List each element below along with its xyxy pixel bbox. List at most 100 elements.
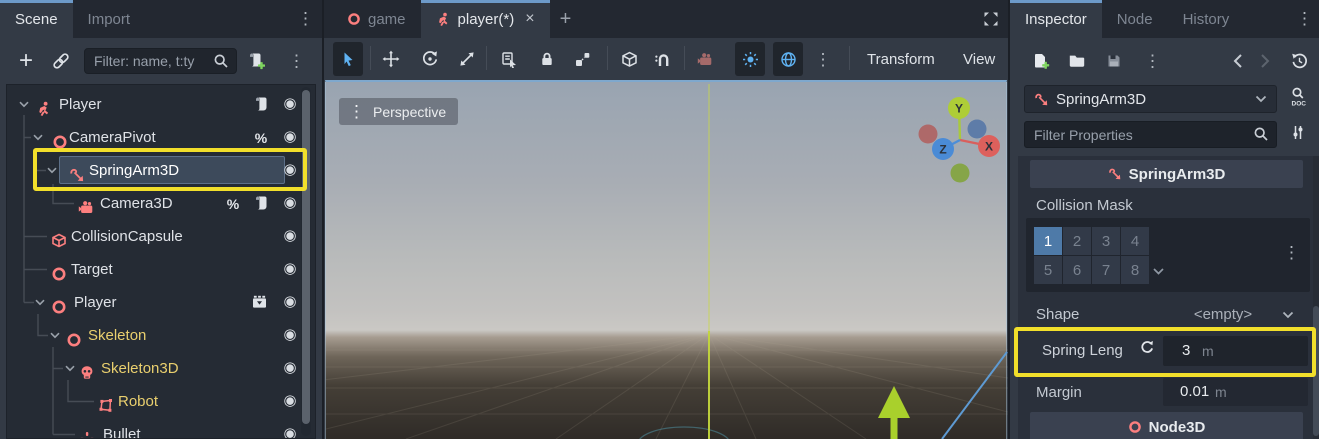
transform-menu[interactable]: Transform (867, 38, 935, 80)
add-node-button[interactable]: + (14, 47, 38, 75)
instance-scene-icon[interactable] (52, 52, 70, 70)
perspective-menu-button[interactable]: ⋮ Perspective (339, 98, 458, 125)
tab-scene[interactable]: Scene (0, 0, 73, 38)
environment-options-icon[interactable]: ⋮ (813, 42, 833, 76)
expand-chevron-icon[interactable] (19, 101, 29, 108)
view-gizmos-button[interactable] (614, 42, 644, 76)
tab-player[interactable]: player(*) × (421, 0, 550, 38)
visibility-eye-icon[interactable]: ◉ (281, 426, 299, 439)
tree-row-bullet[interactable]: Bullet ◉ (7, 418, 315, 439)
unique-name-badge[interactable]: % (224, 195, 242, 213)
tree-row-skeleton3d[interactable]: Skeleton3D ◉ (7, 352, 315, 385)
scene-tree-scrollbar[interactable] (301, 87, 311, 436)
tab-inspector[interactable]: Inspector (1010, 0, 1102, 38)
toggle-sun-button[interactable] (735, 42, 765, 76)
visibility-eye-icon[interactable]: ◉ (281, 162, 299, 180)
visibility-eye-icon[interactable]: ◉ (281, 261, 299, 279)
expand-viewport-icon[interactable] (983, 0, 999, 38)
visibility-eye-icon[interactable]: ◉ (281, 195, 299, 213)
expand-chevron-icon[interactable] (35, 299, 45, 306)
history-back-icon[interactable] (1232, 53, 1244, 69)
tab-node[interactable]: Node (1102, 0, 1168, 38)
scale-tool-button[interactable] (452, 42, 482, 76)
spring-length-field[interactable]: 3 m (1163, 336, 1308, 366)
mask-menu-icon[interactable]: ⋮ (1283, 244, 1300, 261)
tab-history[interactable]: History (1168, 0, 1245, 38)
mask-bit-6[interactable]: 6 (1063, 256, 1091, 284)
resource-menu-icon[interactable]: ⋮ (1144, 53, 1161, 70)
mask-bit-5[interactable]: 5 (1034, 256, 1062, 284)
mask-bit-8[interactable]: 8 (1121, 256, 1149, 284)
visibility-eye-icon[interactable]: ◉ (281, 360, 299, 378)
tree-row-player-instance[interactable]: Player ◉ (7, 286, 315, 319)
attach-script-button[interactable] (246, 52, 265, 70)
visibility-eye-icon[interactable]: ◉ (281, 393, 299, 411)
move-tool-button[interactable] (376, 42, 406, 76)
tree-row-skeleton[interactable]: Skeleton ◉ (7, 319, 315, 352)
tree-row-camera3d[interactable]: Camera3D % ◉ (7, 187, 315, 220)
movie-instance-icon[interactable] (250, 294, 268, 312)
toggle-environment-button[interactable] (773, 42, 803, 76)
unique-name-badge[interactable]: % (252, 129, 270, 147)
revert-value-icon[interactable] (1139, 340, 1155, 360)
visibility-eye-icon[interactable]: ◉ (281, 129, 299, 147)
tree-row-camerapivot[interactable]: CameraPivot % ◉ (7, 121, 315, 154)
object-history-icon[interactable] (1291, 53, 1308, 70)
viewport-3d[interactable]: Y X Z ⋮ Perspective (325, 80, 1007, 439)
tree-row-springarm3d[interactable]: SpringArm3D ◉ (7, 154, 315, 187)
axis-neg-x-ball[interactable] (919, 125, 938, 144)
close-tab-icon[interactable]: × (525, 10, 534, 28)
tab-import[interactable]: Import (73, 0, 146, 38)
scene-tree-menu-icon[interactable]: ⋮ (288, 53, 305, 70)
axis-neg-z-ball[interactable] (968, 120, 987, 139)
expand-chevron-icon[interactable] (50, 332, 60, 339)
snap-button[interactable] (647, 42, 677, 76)
mask-bit-7[interactable]: 7 (1092, 256, 1120, 284)
mask-expand-chevron-icon[interactable] (1153, 268, 1164, 275)
mask-bit-1[interactable]: 1 (1034, 227, 1062, 255)
category-node3d[interactable]: Node3D (1030, 412, 1303, 439)
history-forward-icon[interactable] (1259, 53, 1271, 69)
tab-game[interactable]: game (332, 0, 421, 38)
translate-gizmo-arrow[interactable] (878, 386, 910, 439)
new-resource-button[interactable] (1032, 53, 1050, 70)
lock-node-button[interactable] (532, 42, 562, 76)
select-tool-button[interactable] (333, 42, 363, 76)
expand-chevron-icon[interactable] (47, 167, 57, 174)
save-resource-button[interactable] (1106, 53, 1122, 69)
tree-row-robot[interactable]: Robot ◉ (7, 385, 315, 418)
scene-tab-menu-icon[interactable]: ⋮ (297, 10, 314, 27)
load-resource-button[interactable] (1068, 53, 1085, 69)
inspector-scrollbar[interactable] (1313, 156, 1319, 439)
margin-field[interactable]: 0.01 m (1163, 378, 1308, 406)
group-node-button[interactable] (567, 42, 597, 76)
mask-bit-3[interactable]: 3 (1092, 227, 1120, 255)
expand-chevron-icon[interactable] (33, 134, 43, 141)
inspector-filter-input[interactable] (1024, 121, 1277, 148)
category-springarm3d[interactable]: SpringArm3D (1030, 160, 1303, 188)
preview-camera-button[interactable] (690, 42, 720, 76)
mask-bit-4[interactable]: 4 (1121, 227, 1149, 255)
expand-chevron-icon[interactable] (65, 365, 75, 372)
visibility-eye-icon[interactable]: ◉ (281, 294, 299, 312)
script-icon[interactable] (252, 195, 270, 213)
mask-bit-2[interactable]: 2 (1063, 227, 1091, 255)
visibility-eye-icon[interactable]: ◉ (281, 327, 299, 345)
shape-chevron-icon[interactable] (1282, 311, 1294, 319)
list-select-tool-button[interactable] (494, 42, 524, 76)
tree-row-target[interactable]: Target ◉ (7, 253, 315, 286)
tree-row-player[interactable]: Player ◉ (7, 88, 315, 121)
rotate-tool-button[interactable] (415, 42, 445, 76)
visibility-eye-icon[interactable]: ◉ (281, 228, 299, 246)
visibility-eye-icon[interactable]: ◉ (281, 96, 299, 114)
axis-neg-y-ball[interactable] (951, 164, 970, 183)
view-axes-gizmo[interactable]: Y X Z (919, 97, 1001, 183)
script-icon[interactable] (252, 96, 270, 114)
inspector-tab-menu-icon[interactable]: ⋮ (1296, 10, 1313, 27)
view-menu[interactable]: View (963, 38, 995, 80)
property-tools-icon[interactable] (1290, 124, 1306, 145)
tree-row-collisioncapsule[interactable]: CollisionCapsule ◉ (7, 220, 315, 253)
new-scene-tab-button[interactable]: + (550, 0, 582, 38)
shape-value[interactable]: <empty> (1178, 306, 1268, 323)
open-docs-icon[interactable]: DOC (1287, 87, 1309, 111)
